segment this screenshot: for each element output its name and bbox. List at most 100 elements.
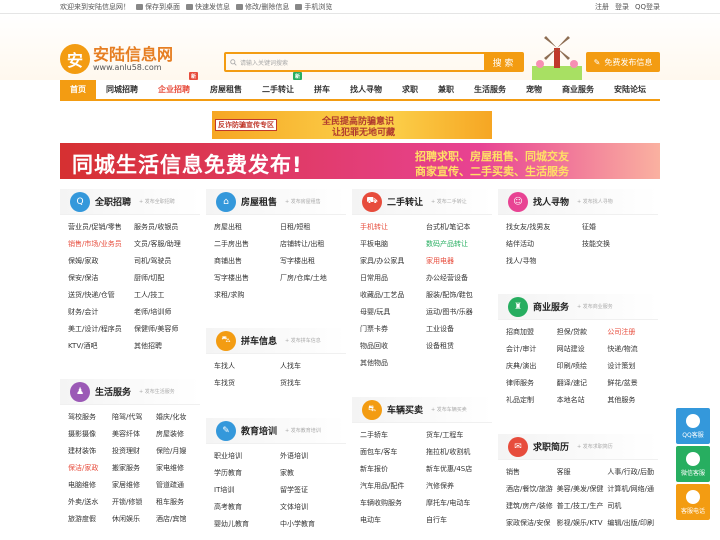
category-title[interactable]: 教育培训: [241, 424, 277, 437]
search-button[interactable]: 搜 索: [484, 54, 522, 70]
category-link[interactable]: 中小学教育: [280, 516, 346, 533]
category-link[interactable]: 婚庆/化妆: [156, 409, 200, 426]
category-link[interactable]: 征婚: [582, 219, 658, 236]
category-link[interactable]: 庆典/演出: [506, 358, 557, 375]
category-link[interactable]: 电动车: [360, 512, 426, 529]
category-link[interactable]: 婴幼儿教育: [214, 516, 280, 533]
category-link[interactable]: 其他服务: [607, 392, 658, 409]
category-link[interactable]: 新车报价: [360, 461, 426, 478]
category-link[interactable]: 手机转让: [360, 219, 426, 236]
category-publish-link[interactable]: + 发布拼车信息: [285, 337, 321, 344]
nav-company-jobs[interactable]: 企业招聘新: [148, 72, 200, 99]
category-link[interactable]: 房屋装修: [156, 426, 200, 443]
category-publish-link[interactable]: + 发布教育培训: [285, 427, 321, 434]
login-link[interactable]: 登录: [615, 2, 629, 12]
category-publish-link[interactable]: + 发布全职招聘: [139, 198, 175, 205]
category-link[interactable]: 陪驾/代驾: [112, 409, 156, 426]
category-link[interactable]: 汽修保养: [426, 478, 492, 495]
category-link[interactable]: 服务员/收银员: [134, 219, 200, 236]
category-link[interactable]: 翻译/速记: [557, 375, 608, 392]
nav-pets[interactable]: 宠物: [516, 80, 552, 99]
anti-fraud-banner[interactable]: 反诈防骗宣传专区 全民提高防骗意识 让犯罪无地可藏: [212, 111, 492, 139]
category-link[interactable]: 技能交换: [582, 236, 658, 253]
category-link[interactable]: 建材装饰: [68, 443, 112, 460]
category-link[interactable]: 销售/市场/业务员: [68, 236, 134, 253]
category-link[interactable]: 人事/行政/后勤: [607, 464, 658, 481]
category-link[interactable]: 财务/会计: [68, 304, 134, 321]
category-link[interactable]: 搬家服务: [112, 460, 156, 477]
nav-life[interactable]: 生活服务: [464, 80, 516, 99]
category-link[interactable]: 摄影摄像: [68, 426, 112, 443]
category-title[interactable]: 生活服务: [95, 385, 131, 398]
site-logo[interactable]: 安 安陆信息网 www.anlu58.com: [60, 44, 173, 74]
qq-login-link[interactable]: QQ登录: [635, 2, 660, 12]
category-link[interactable]: 母婴/玩具: [360, 304, 426, 321]
category-link[interactable]: 家居维修: [112, 477, 156, 494]
category-title[interactable]: 二手转让: [387, 195, 423, 208]
category-publish-link[interactable]: + 发布房屋租售: [285, 198, 321, 205]
category-link[interactable]: 二手轿车: [360, 427, 426, 444]
edit-delete-link[interactable]: 修改/删除信息: [236, 2, 289, 12]
category-link[interactable]: 担保/贷款: [557, 324, 608, 341]
category-link[interactable]: 二手房出售: [214, 236, 280, 253]
category-link[interactable]: 保洁/家政: [68, 460, 112, 477]
category-link[interactable]: 酒店/餐饮/旅游: [506, 481, 557, 498]
category-link[interactable]: 招商加盟: [506, 324, 557, 341]
category-link[interactable]: 面包车/客车: [360, 444, 426, 461]
category-link[interactable]: 车找货: [214, 375, 280, 392]
category-link[interactable]: 厂房/仓库/土地: [280, 270, 346, 287]
category-link[interactable]: KTV/酒吧: [68, 338, 134, 355]
category-link[interactable]: 职业培训: [214, 448, 280, 465]
category-link[interactable]: 影视/娱乐/KTV: [557, 515, 608, 532]
category-link[interactable]: 写字楼出售: [214, 270, 280, 287]
category-title[interactable]: 求职简历: [533, 440, 569, 453]
category-link[interactable]: 家用电器: [426, 253, 492, 270]
category-link[interactable]: 货找车: [280, 375, 346, 392]
register-link[interactable]: 注册: [595, 2, 609, 12]
category-link[interactable]: 留学签证: [280, 482, 346, 499]
category-link[interactable]: 礼品定制: [506, 392, 557, 409]
category-title[interactable]: 车辆买卖: [387, 403, 423, 416]
category-title[interactable]: 找人寻物: [533, 195, 569, 208]
category-link[interactable]: 建筑/房产/装修: [506, 498, 557, 515]
category-link[interactable]: 日租/短租: [280, 219, 346, 236]
category-link[interactable]: 会计/审计: [506, 341, 557, 358]
category-link[interactable]: 店铺转让/出租: [280, 236, 346, 253]
nav-house[interactable]: 房屋租售: [200, 80, 252, 99]
nav-home[interactable]: 首页: [60, 80, 96, 99]
category-link[interactable]: 驾校服务: [68, 409, 112, 426]
category-link[interactable]: 找女友/找男友: [506, 219, 582, 236]
nav-find[interactable]: 找人寻物: [340, 80, 392, 99]
category-link[interactable]: 保健师/美容师: [134, 321, 200, 338]
category-link[interactable]: 家政保洁/安保: [506, 515, 557, 532]
category-link[interactable]: IT培训: [214, 482, 280, 499]
mobile-link[interactable]: 手机浏览: [295, 2, 332, 12]
nav-second-hand[interactable]: 二手转让新: [252, 72, 304, 99]
category-link[interactable]: 计算机/网络/通: [607, 481, 658, 498]
category-link[interactable]: 美容纤体: [112, 426, 156, 443]
category-link[interactable]: 律师服务: [506, 375, 557, 392]
category-link[interactable]: 其他招聘: [134, 338, 200, 355]
category-link[interactable]: 其他物品: [360, 355, 426, 372]
category-link[interactable]: 外语培训: [280, 448, 346, 465]
phone-service-button[interactable]: 客服电话: [676, 484, 710, 520]
category-link[interactable]: 客服: [557, 464, 608, 481]
category-link[interactable]: 投资理财: [112, 443, 156, 460]
category-link[interactable]: 结伴活动: [506, 236, 582, 253]
category-publish-link[interactable]: + 发布二手转让: [431, 198, 467, 205]
quick-post-link[interactable]: 快速发信息: [186, 2, 230, 12]
nav-seek-job[interactable]: 求职: [392, 80, 428, 99]
category-link[interactable]: 厨师/切配: [134, 270, 200, 287]
category-link[interactable]: 网站建设: [557, 341, 608, 358]
category-link[interactable]: 摩托车/电动车: [426, 495, 492, 512]
wechat-service-button[interactable]: 微信客服: [676, 446, 710, 482]
category-link[interactable]: 酒店/宾馆: [156, 511, 200, 528]
category-link[interactable]: 学历教育: [214, 465, 280, 482]
category-link[interactable]: 管道疏通: [156, 477, 200, 494]
category-link[interactable]: 车辆收购服务: [360, 495, 426, 512]
category-link[interactable]: 门票卡券: [360, 321, 426, 338]
category-link[interactable]: 快递/物流: [607, 341, 658, 358]
category-link[interactable]: 设备租赁: [426, 338, 492, 355]
category-link[interactable]: 家电维修: [156, 460, 200, 477]
category-title[interactable]: 全职招聘: [95, 195, 131, 208]
